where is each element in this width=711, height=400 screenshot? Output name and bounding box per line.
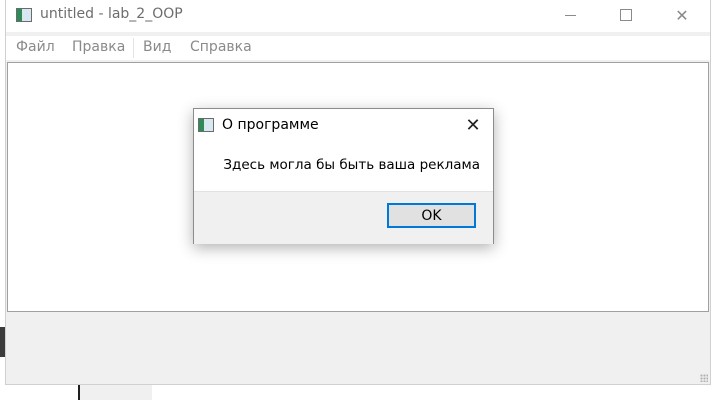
menu-file[interactable]: Файл: [16, 39, 55, 55]
dialog-close-button[interactable]: ✕: [458, 111, 488, 139]
menu-view[interactable]: Вид: [143, 39, 171, 55]
dialog-message: Здесь могла бы быть ваша реклама: [223, 157, 480, 173]
dialog-title: О программе: [222, 117, 319, 133]
menu-help[interactable]: Справка: [190, 39, 252, 55]
about-dialog: О программе ✕ Здесь могла бы быть ваша р…: [193, 108, 494, 244]
ok-button[interactable]: OK: [387, 203, 476, 228]
menu-bar: Файл Правка Вид Справка: [6, 36, 710, 60]
menu-separator: [133, 38, 134, 58]
dialog-button-area: OK: [194, 191, 493, 244]
resize-grip[interactable]: [700, 374, 708, 382]
maximize-button[interactable]: [603, 0, 649, 30]
maximize-icon: [620, 9, 632, 21]
close-button[interactable]: ✕: [659, 0, 705, 30]
close-icon: ✕: [675, 5, 689, 25]
close-icon: ✕: [465, 114, 481, 136]
dialog-app-icon: [198, 118, 214, 132]
minimize-button[interactable]: [547, 0, 593, 30]
app-window-icon: [16, 8, 32, 22]
background-panel: [80, 384, 152, 400]
minimize-icon: [564, 14, 576, 16]
title-bar[interactable]: untitled - lab_2_OOP ✕: [6, 0, 710, 32]
menu-edit[interactable]: Правка: [72, 39, 125, 55]
desktop: untitled - lab_2_OOP ✕ Файл Правка Вид С…: [0, 0, 711, 400]
window-title: untitled - lab_2_OOP: [40, 6, 183, 22]
